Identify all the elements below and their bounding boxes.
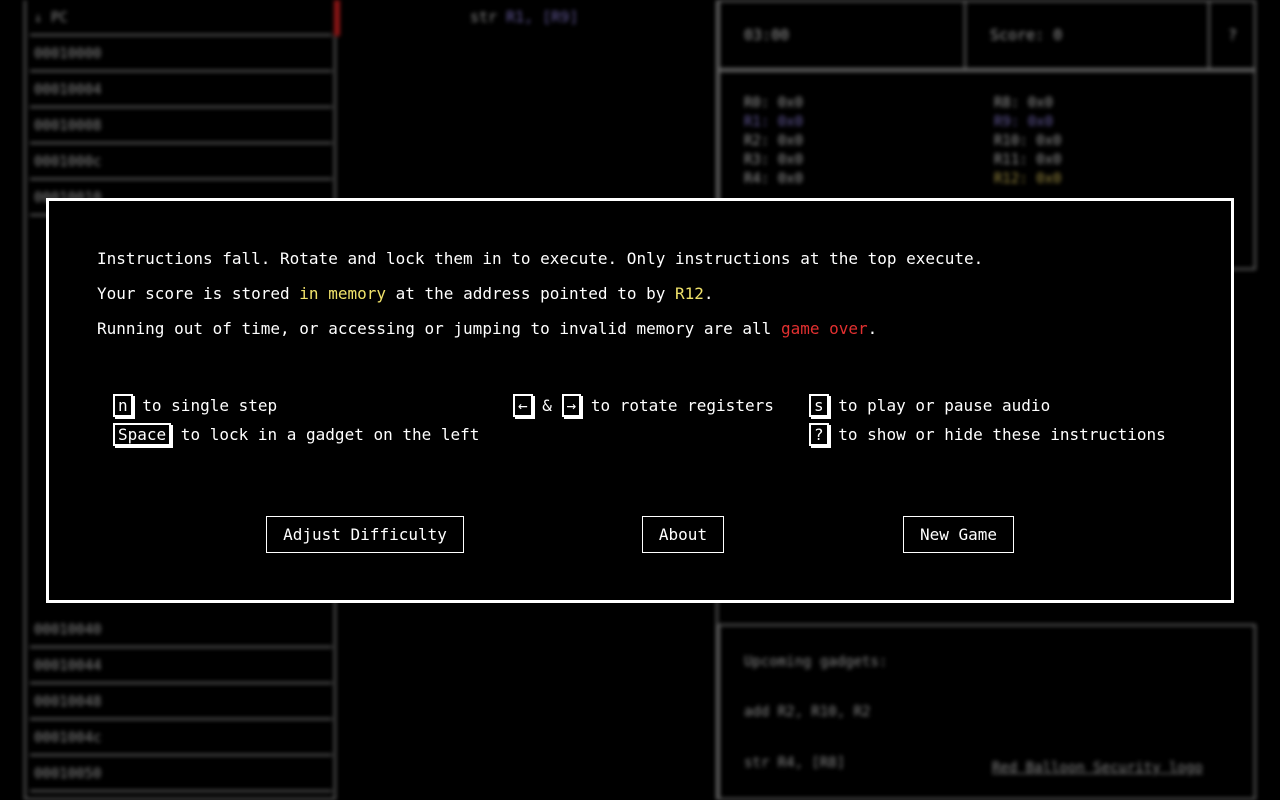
text: Running out of time, or accessing or jum… [97,319,781,338]
text: Your score is stored [97,284,300,303]
help-text: to single step [132,396,278,415]
help-text: to show or hide these instructions [828,425,1166,444]
game-over-highlight: game over [780,319,868,338]
text: . [703,284,714,303]
help-audio: s to play or pause audio [809,394,1050,417]
adjust-difficulty-button[interactable]: Adjust Difficulty [266,516,464,553]
key-right-arrow-icon: → [561,394,582,417]
instructions-line-1: Instructions fall. Rotate and lock them … [97,249,984,268]
text: . [867,319,878,338]
help-single-step: n to single step [113,394,277,417]
help-lock-in: Space to lock in a gadget on the left [113,423,479,446]
key-question: ? [809,423,829,446]
help-text: to rotate registers [581,396,774,415]
key-space: Space [113,423,172,446]
new-game-button[interactable]: New Game [903,516,1014,553]
key-left-arrow-icon: ← [513,394,533,417]
help-text: & [532,396,562,415]
instructions-dialog: Instructions fall. Rotate and lock them … [46,198,1234,603]
help-rotate: ← & → to rotate registers [513,394,774,417]
instructions-overlay: Instructions fall. Rotate and lock them … [0,0,1280,800]
instructions-line-2: Your score is stored in memory at the ad… [97,284,714,303]
help-text: to lock in a gadget on the left [171,425,480,444]
key-n: n [113,394,133,417]
r12-highlight: R12 [674,284,704,303]
help-instructions: ? to show or hide these instructions [809,423,1166,446]
key-s: s [809,394,829,417]
about-button[interactable]: About [642,516,724,553]
memory-highlight: in memory [299,284,386,303]
text: at the address pointed to by [386,284,675,303]
help-text: to play or pause audio [828,396,1051,415]
instructions-line-3: Running out of time, or accessing or jum… [97,319,877,338]
